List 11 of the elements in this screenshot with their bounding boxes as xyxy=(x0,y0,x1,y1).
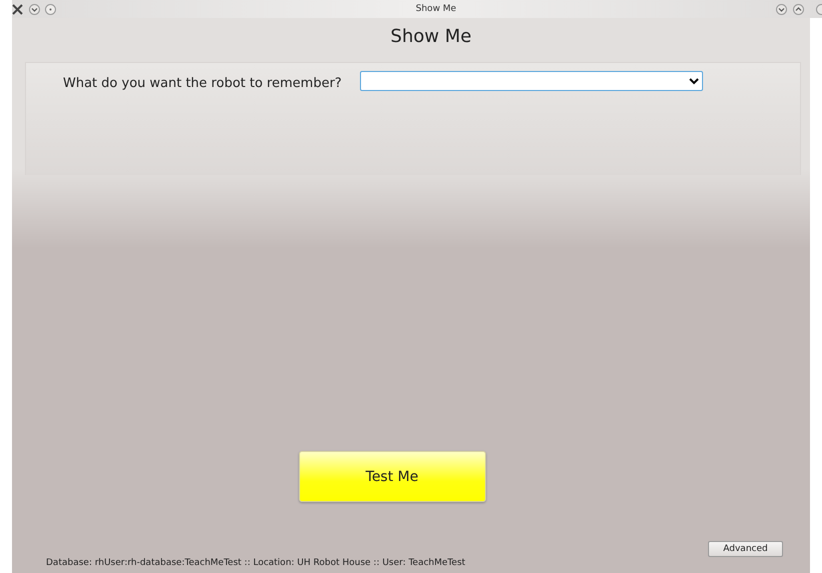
memory-dropdown[interactable] xyxy=(360,71,703,91)
window-title: Show Me xyxy=(414,4,456,14)
maximize-icon[interactable] xyxy=(792,4,804,14)
status-text: Database: rhUser:rh-database:TeachMeTest :: Location: UH Robot House :: User: TeachMeTest xyxy=(46,558,466,568)
minimize-icon[interactable] xyxy=(776,4,787,14)
advanced-button[interactable]: Advanced xyxy=(708,541,783,557)
test-me-button[interactable]: Test Me xyxy=(298,451,486,502)
app-icon[interactable] xyxy=(12,4,23,14)
page-heading: Show Me xyxy=(390,26,472,49)
question-label: What do you want the robot to remember? xyxy=(63,76,343,91)
menu-icon[interactable] xyxy=(29,4,40,14)
